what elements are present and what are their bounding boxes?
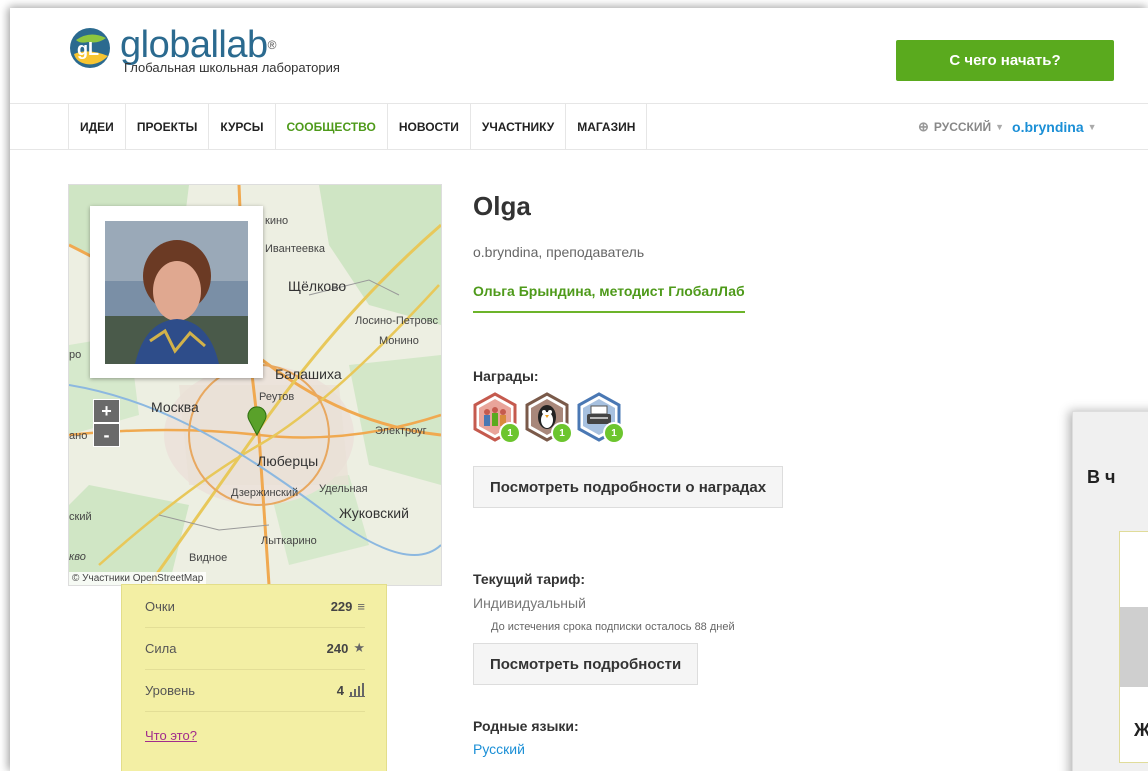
map-label: Дзержинский: [231, 487, 299, 499]
start-button[interactable]: С чего начать?: [896, 40, 1114, 81]
main-nav: ИДЕИ ПРОЕКТЫ КУРСЫ СООБЩЕСТВО НОВОСТИ УЧ…: [10, 103, 1148, 150]
map-label: Видное: [189, 552, 228, 564]
map-label: кино: [265, 215, 289, 227]
badge-count: 1: [603, 422, 625, 444]
star-icon: ★: [353, 640, 365, 655]
chevron-down-icon: ▼: [1087, 121, 1097, 132]
stat-row-level: Уровень 4: [145, 669, 365, 712]
penguin-badge-icon[interactable]: 1: [525, 392, 573, 444]
map-label: Щёлково: [288, 278, 347, 294]
map-label: Электроуг: [375, 425, 427, 437]
map-label: Ивантеевка: [265, 243, 325, 255]
globe-logo-icon: gL: [68, 26, 116, 70]
map-label: Удельная: [319, 483, 368, 495]
avatar-card: [90, 206, 263, 378]
typewriter-badge-icon[interactable]: 1: [577, 392, 625, 444]
profile-name: Olga: [473, 191, 531, 221]
tariff-value: Индивидуальный: [473, 595, 586, 611]
badge-count: 1: [499, 422, 521, 444]
nav-item-community[interactable]: СООБЩЕСТВО: [274, 104, 387, 149]
popup-card-image: [1120, 607, 1148, 687]
awards-details-button[interactable]: Посмотреть подробности о наградах: [473, 466, 784, 508]
svg-text:gL: gL: [77, 39, 99, 59]
map-label: ский: [69, 511, 92, 523]
logo[interactable]: gL globallab® Глобальная школьная лабора…: [68, 26, 340, 75]
profile-title: Ольга Брындина, методист ГлобалЛаб: [473, 283, 745, 313]
language-selector[interactable]: ⊕ РУССКИЙ ▼: [918, 119, 1004, 135]
stats-panel: Очки 229 ≡ Сила 240 ★ Уровень 4 Что это?: [121, 584, 387, 771]
subscription-note: До истечения срока подписки осталось 88 …: [491, 621, 735, 633]
avatar: [105, 221, 248, 364]
zoom-out-button[interactable]: -: [93, 423, 120, 447]
map-label: Лосино-Петровс: [355, 315, 438, 327]
awards-label: Награды:: [473, 368, 539, 384]
native-language-link[interactable]: Русский: [473, 741, 525, 757]
badge-count: 1: [551, 422, 573, 444]
nav-item-courses[interactable]: КУРСЫ: [208, 104, 274, 149]
nav-item-news[interactable]: НОВОСТИ: [386, 104, 470, 149]
points-icon: ≡: [357, 598, 365, 614]
logo-subtitle: Глобальная школьная лаборатория: [124, 60, 340, 75]
nav-item-participant[interactable]: УЧАСТНИКУ: [469, 104, 565, 149]
map-label: Монино: [379, 335, 419, 347]
tariff-label: Текущий тариф:: [473, 571, 586, 587]
level-bars-icon: [349, 683, 365, 697]
logo-name: globallab®: [120, 24, 277, 66]
what-is-this-link[interactable]: Что это?: [145, 728, 197, 743]
profile-role: o.bryndina, преподаватель: [473, 244, 645, 260]
languages-label: Родные языки:: [473, 718, 579, 734]
badges-list: 1 1 1: [473, 392, 625, 444]
map-label: кво: [69, 551, 86, 563]
nav-item-shop[interactable]: МАГАЗИН: [565, 104, 648, 149]
details-button[interactable]: Посмотреть подробности: [473, 643, 699, 685]
user-menu[interactable]: o.bryndina ▼: [1012, 119, 1096, 135]
popup-card-title: Ж: [1134, 720, 1148, 740]
nav-item-projects[interactable]: ПРОЕКТЫ: [124, 104, 209, 149]
zoom-in-button[interactable]: +: [93, 399, 120, 423]
chevron-down-icon: ▼: [995, 121, 1005, 132]
map-pin-icon[interactable]: [247, 406, 267, 436]
map-label: Балашиха: [275, 366, 342, 382]
popup-title: В ч: [1087, 467, 1116, 487]
user-name: o.bryndina: [1012, 118, 1084, 135]
map-label: ро: [69, 349, 82, 361]
map-label: Жуковский: [339, 505, 409, 521]
map-label: Реутов: [259, 391, 295, 403]
page-frame: gL globallab® Глобальная школьная лабора…: [10, 8, 1148, 771]
stat-row-strength: Сила 240 ★: [145, 627, 365, 670]
map-label: ано: [69, 430, 88, 442]
map-label: Люберцы: [257, 453, 319, 469]
language-label: РУССКИЙ: [933, 119, 992, 134]
people-badge-icon[interactable]: 1: [473, 392, 521, 444]
globe-icon: ⊕: [918, 118, 929, 134]
map-label: Москва: [151, 399, 199, 415]
map-label: Лыткарино: [261, 535, 317, 547]
nav-item-ideas[interactable]: ИДЕИ: [68, 104, 125, 149]
header: gL globallab® Глобальная школьная лабора…: [10, 8, 1148, 103]
stat-row-points: Очки 229 ≡: [145, 585, 365, 628]
